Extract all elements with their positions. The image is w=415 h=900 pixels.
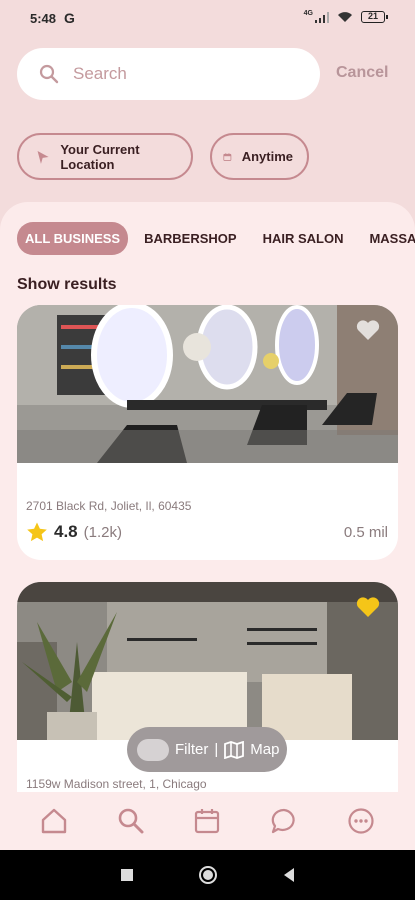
tab-barbershop[interactable]: BARBERSHOP [144,231,236,246]
signal-icon [315,11,329,23]
nav-home[interactable] [37,804,71,838]
home-button-icon[interactable] [198,865,218,885]
cancel-button[interactable]: Cancel [336,64,388,82]
network-type: 4G [303,9,313,17]
listing-rating: 4.8 (1.2k) [26,521,122,543]
map-label[interactable]: Map [250,741,279,758]
filter-toggle[interactable] [137,738,169,761]
home-icon [42,808,67,834]
nav-search[interactable] [114,804,148,838]
nav-calendar[interactable] [190,804,224,838]
favorite-heart-icon[interactable] [356,319,380,341]
review-count: (1.2k) [83,523,122,541]
status-time: 5:48 [30,10,57,26]
search-icon [39,64,59,84]
rating-value: 4.8 [54,522,78,541]
tab-all-business[interactable]: ALL BUSINESS [17,222,129,255]
tab-massage[interactable]: MASSAGE PA [369,231,415,246]
calendar-icon [223,152,232,161]
star-icon [27,522,47,542]
recents-icon[interactable] [120,868,134,882]
filter-map-toggle[interactable]: Filter | Map [127,727,287,772]
location-arrow-icon [37,150,49,164]
system-nav-bar [0,850,415,900]
favorite-heart-icon[interactable] [356,596,380,618]
status-bar: 5:48 G 4G 21 [0,0,415,36]
filter-label[interactable]: Filter [175,741,208,758]
status-icons: 4G 21 [303,9,388,23]
salon-photo [17,582,398,740]
bottom-nav [0,792,415,850]
nav-chat[interactable] [267,804,301,838]
category-tabs: ALL BUSINESS BARBERSHOP HAIR SALON MASSA… [17,222,415,255]
search-bar[interactable] [17,48,320,100]
calendar-icon [195,809,220,834]
chat-icon [271,808,295,834]
nav-more[interactable] [344,804,378,838]
search-icon [118,808,144,834]
tab-hair-salon[interactable]: HAIR SALON [263,231,344,246]
back-icon[interactable] [282,867,296,883]
map-icon [224,740,245,759]
location-chip-label: Your Current Location [60,141,140,172]
listing-address: 2701 Black Rd, Joliet, Il, 60435 [26,499,192,513]
filter-separator: | [214,741,219,758]
wifi-icon [338,12,352,22]
listing-address: 1159w Madison street, 1, Chicago [26,777,207,791]
listing-card[interactable]: 2701 Black Rd, Joliet, Il, 60435 4.8 (1.… [17,305,398,560]
battery-icon: 21 [361,11,388,23]
listing-distance: 0.5 mil [343,524,388,541]
search-input[interactable] [73,64,293,84]
time-chip-label: Anytime [241,149,293,164]
google-icon: G [64,10,75,26]
results-title: Show results [17,276,117,293]
location-chip[interactable]: Your Current Location [17,133,193,180]
time-chip[interactable]: Anytime [210,133,309,180]
more-icon [348,808,374,834]
salon-photo [17,305,398,463]
